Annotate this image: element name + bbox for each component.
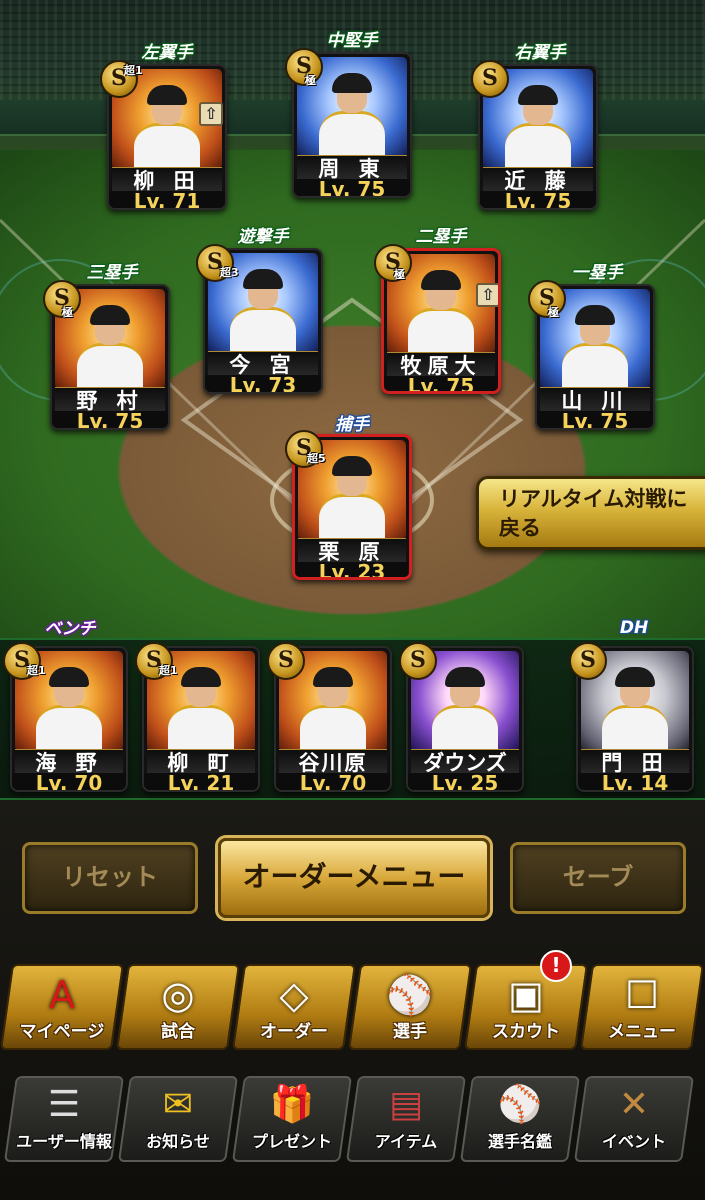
nav-label: ユーザー情報 — [16, 1132, 112, 1151]
player-level: Lv. 73 — [205, 375, 321, 392]
nav-event[interactable]: ✕ イベント — [573, 1076, 695, 1162]
rank-s-icon: S — [374, 244, 412, 282]
player-level: Lv. 71 — [109, 191, 225, 208]
realtime-line1: リアルタイム対戦に — [499, 487, 688, 511]
order-menu-button[interactable]: オーダーメニュー — [218, 838, 490, 918]
upgrade-icon: ⇧ — [199, 102, 223, 126]
player-level: Lv. 70 — [276, 773, 390, 790]
upgrade-icon: ⇧ — [476, 283, 498, 307]
player-level: Lv. 75 — [52, 411, 168, 428]
nav-game[interactable]: ◎ 試合 — [115, 964, 241, 1050]
player-level: Lv. 75 — [294, 179, 410, 196]
rank-note: 極 — [548, 306, 559, 319]
menu-icon: ☐ — [624, 973, 660, 1017]
rank-note: 超5 — [307, 452, 326, 465]
reset-button[interactable]: リセット — [22, 842, 198, 914]
nav-scout[interactable]: ▣ スカウト — [463, 964, 589, 1050]
directory-icon: ⚾ — [497, 1084, 543, 1125]
mypage-icon: A — [49, 973, 75, 1017]
nav-label: プレゼント — [251, 1132, 332, 1151]
label-right-field: 右翼手 — [514, 43, 566, 63]
nav-label: アイテム — [374, 1132, 438, 1151]
label-third-base: 三塁手 — [86, 263, 138, 283]
nav-present[interactable]: 🎁 プレゼント — [231, 1076, 353, 1162]
rank-s-icon: S — [569, 642, 607, 680]
player-icon: ⚾ — [386, 973, 434, 1017]
scout-icon: ▣ — [508, 973, 544, 1017]
return-to-realtime-button[interactable]: リアルタイム対戦に 戻る — [476, 476, 705, 550]
label-dh: DH — [619, 618, 649, 638]
user-info-icon: ☰ — [47, 1084, 81, 1125]
save-button[interactable]: セーブ — [510, 842, 686, 914]
rank-s-icon: S — [267, 642, 305, 680]
nav-directory[interactable]: ⚾ 選手名鑑 — [459, 1076, 581, 1162]
event-icon: ✕ — [618, 1084, 650, 1125]
order-icon: ◇ — [279, 973, 309, 1017]
rank-note: 極 — [305, 74, 316, 87]
label-left-field: 左翼手 — [141, 43, 193, 63]
label-bench: ベンチ — [44, 619, 96, 639]
baseball-field: 左翼手 中堅手 右翼手 三塁手 遊撃手 二塁手 一塁手 捕手 柳 田 Lv. 7… — [0, 0, 705, 800]
stadium-icon: ◎ — [161, 973, 195, 1017]
nav-label: オーダー — [260, 1022, 328, 1042]
player-level: Lv. 75 — [384, 376, 498, 391]
nav-label: 選手名鑑 — [487, 1132, 552, 1151]
player-level: Lv. 14 — [578, 773, 692, 790]
nav-notices[interactable]: ✉ お知らせ — [117, 1076, 239, 1162]
rank-s-icon: S — [399, 642, 437, 680]
label-center-field: 中堅手 — [326, 31, 378, 51]
nav-players[interactable]: ⚾ 選手 — [347, 964, 473, 1050]
player-level: Lv. 23 — [295, 562, 409, 577]
rank-note: 超1 — [27, 664, 46, 677]
rank-note: 超1 — [124, 64, 143, 77]
nav-menu[interactable]: ☐ メニュー — [579, 964, 705, 1050]
nav-label: 選手 — [393, 1022, 427, 1042]
nav-label: マイページ — [19, 1022, 105, 1042]
player-level: Lv. 75 — [480, 191, 596, 208]
item-icon: ▤ — [388, 1084, 424, 1125]
rank-note: 超3 — [220, 266, 239, 279]
label-second-base: 二塁手 — [415, 227, 467, 247]
nav-items[interactable]: ▤ アイテム — [345, 1076, 467, 1162]
scout-alert-badge: ! — [540, 950, 572, 982]
rank-note: 極 — [62, 306, 73, 319]
nav-order[interactable]: ◇ オーダー — [231, 964, 357, 1050]
present-icon: 🎁 — [269, 1084, 315, 1125]
rank-s-icon: S — [528, 280, 566, 318]
label-shortstop: 遊撃手 — [237, 227, 289, 247]
nav-label: イベント — [601, 1132, 666, 1151]
nav-label: スカウト — [492, 1022, 560, 1042]
nav-label: お知らせ — [146, 1132, 210, 1151]
rank-note: 極 — [394, 268, 405, 281]
label-first-base: 一塁手 — [571, 263, 623, 283]
nav-mypage[interactable]: A マイページ — [0, 964, 125, 1050]
nav-label: メニュー — [608, 1022, 676, 1042]
notice-icon: ✉ — [162, 1084, 194, 1125]
nav-label: 試合 — [161, 1022, 195, 1042]
realtime-line2: 戻る — [499, 516, 541, 540]
nav-user-info[interactable]: ☰ ユーザー情報 — [3, 1076, 125, 1162]
player-level: Lv. 75 — [537, 411, 653, 428]
player-level: Lv. 70 — [12, 773, 126, 790]
player-level: Lv. 21 — [144, 773, 258, 790]
player-level: Lv. 25 — [408, 773, 522, 790]
rank-note: 超1 — [159, 664, 178, 677]
rank-s-icon: S — [471, 60, 509, 98]
rank-s-icon: S — [285, 48, 323, 86]
